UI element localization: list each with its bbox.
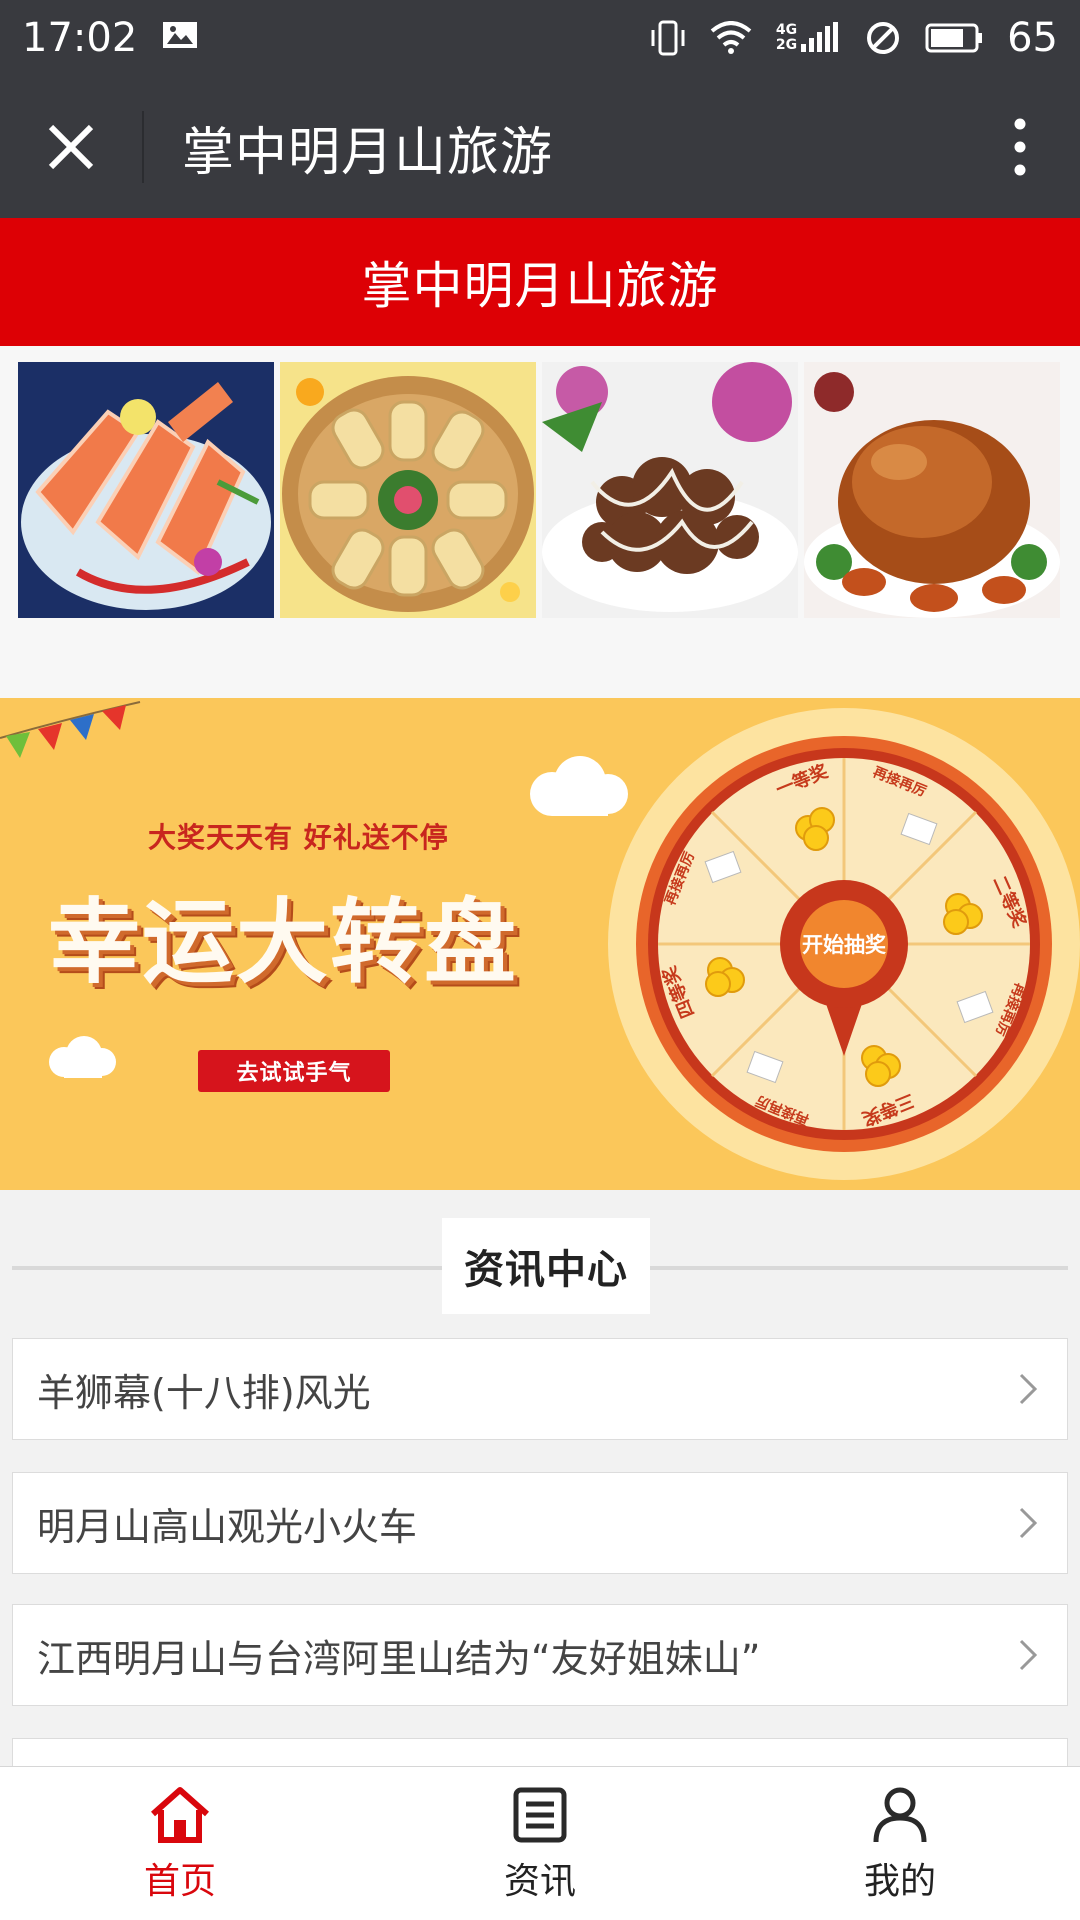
try-luck-button[interactable]: 去试试手气 [198,1050,390,1092]
banner-title: 幸运大转盘 [48,889,519,996]
signal-bars-icon [801,22,839,52]
image-notification-icon [161,15,199,61]
status-bar: 17:02 4G 2G 65 [0,0,1080,76]
network-4g-label: 4G [775,22,798,38]
news-list-item[interactable]: 明月山高山观光小火车 [12,1472,1068,1574]
title-divider [142,111,144,183]
chevron-right-icon [1019,1639,1038,1671]
nav-news-label: 资讯 [503,1860,576,1902]
nav-home[interactable]: 首页 [0,1767,360,1920]
news-list-item[interactable]: 江西明月山与台湾阿里山结为“友好姐妹山” [12,1604,1068,1706]
news-item-title: 明月山高山观光小火车 [37,1504,418,1549]
news-list-item[interactable]: 羊狮幕(十八排)风光 [12,1338,1068,1440]
wifi-icon [710,21,752,55]
more-vertical-icon [1014,118,1026,176]
user-icon [873,1787,927,1842]
bunting-decoration [0,701,141,758]
news-item-title: 羊狮幕(十八排)风光 [37,1370,371,1415]
nav-home-label: 首页 [143,1860,216,1902]
cloud-decoration [49,1036,116,1078]
vibrate-icon [650,18,686,58]
bread-basket-image[interactable] [280,362,536,618]
do-not-disturb-icon [865,20,901,56]
title-bar: 掌中明月山旅游 [0,76,1080,218]
clock: 17:02 [22,15,138,61]
home-icon [151,1786,209,1843]
food-gallery [0,346,1080,700]
network-2g-label: 2G [775,37,798,53]
roast-chicken-image[interactable] [804,362,1060,618]
close-icon [48,124,94,170]
news-section-header: 资讯中心 [12,1218,1068,1314]
banner-slogan: 大奖天天有 好礼送不停 [148,821,449,854]
news-item-title: 江西明月山与台湾阿里山结为“友好姐妹山” [37,1636,761,1681]
battery-level: 65 [1007,15,1058,61]
page-header: 掌中明月山旅游 [0,218,1080,346]
fried-dish-image[interactable] [542,362,798,618]
salmon-sashimi-image[interactable] [18,362,274,618]
chevron-right-icon [1019,1373,1038,1405]
page-title: 掌中明月山旅游 [361,257,719,315]
news-icon [513,1787,567,1842]
window-title: 掌中明月山旅游 [182,122,554,183]
close-button[interactable] [0,76,142,218]
lucky-wheel-banner[interactable]: 大奖天天有 好礼送不停 幸运大转盘 去试试手气 一等奖 再接再厉 二等奖 再接再… [0,698,1080,1190]
nav-profile-label: 我的 [863,1860,936,1902]
bottom-navigation: 首页 资讯 我的 [0,1766,1080,1920]
nav-news[interactable]: 资讯 [360,1767,720,1920]
prize-wheel[interactable]: 一等奖 再接再厉 二等奖 再接再厉 三等奖 再接再厉 四等奖 再接再厉 开始抽奖 [608,708,1080,1180]
nav-profile[interactable]: 我的 [720,1767,1080,1920]
wheel-start-label: 开始抽奖 [802,933,887,957]
battery-icon [925,22,983,54]
section-title: 资讯中心 [442,1218,650,1314]
more-options-button[interactable] [960,76,1080,218]
signal-indicator: 4G 2G [776,22,841,54]
chevron-right-icon [1019,1507,1038,1539]
